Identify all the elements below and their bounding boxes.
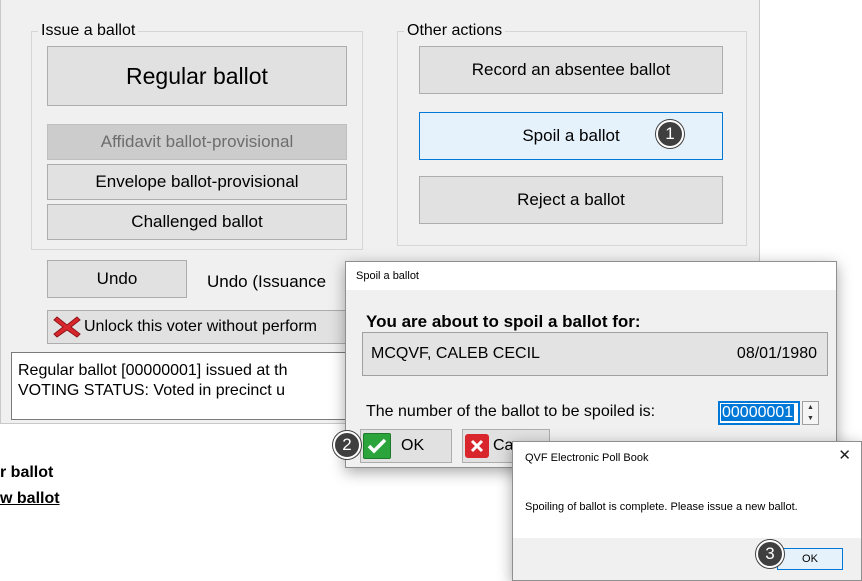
background-text-2: w ballot (0, 490, 60, 507)
issue-ballot-legend: Issue a ballot (41, 22, 136, 39)
message-ok-button[interactable]: OK (777, 548, 843, 570)
completion-message-box: QVF Electronic Poll Book ✕ Spoiling of b… (512, 441, 862, 581)
ballot-number-value: 00000001 (721, 404, 795, 421)
unlock-voter-button[interactable]: Unlock this voter without perform (47, 310, 347, 344)
spoil-cancel-label: Ca (493, 437, 514, 454)
status-line-1: Regular ballot [00000001] issued at th (18, 362, 288, 379)
other-actions-legend: Other actions (407, 22, 503, 39)
ballot-number-spinner[interactable]: ▲ ▼ (802, 401, 819, 425)
spoil-ok-button[interactable]: OK (360, 429, 452, 463)
message-box-text: Spoiling of ballot is complete. Please i… (525, 501, 798, 513)
regular-ballot-button[interactable]: Regular ballot (47, 46, 347, 106)
undo-button[interactable]: Undo (47, 260, 187, 298)
challenged-ballot-button[interactable]: Challenged ballot (47, 204, 347, 240)
record-absentee-button[interactable]: Record an absentee ballot (419, 46, 723, 94)
affidavit-ballot-button[interactable]: Affidavit ballot-provisional (47, 124, 347, 160)
spoil-heading: You are about to spoil a ballot for: (366, 312, 641, 331)
green-check-icon (363, 433, 391, 459)
voter-info-box: MCQVF, CALEB CECIL 08/01/1980 (362, 332, 828, 376)
spin-up-icon[interactable]: ▲ (807, 404, 814, 411)
message-box-footer: OK (513, 538, 861, 580)
callout-3: 3 (756, 540, 784, 568)
close-icon[interactable]: ✕ (838, 446, 851, 464)
status-line-2: VOTING STATUS: Voted in precinct u (18, 382, 286, 399)
unlock-voter-label: Unlock this voter without perform (84, 318, 317, 335)
spoil-ok-label: OK (401, 437, 425, 454)
callout-1: 1 (656, 120, 684, 148)
voter-name: MCQVF, CALEB CECIL (371, 345, 540, 362)
callout-2: 2 (333, 431, 361, 459)
ballot-number-label: The number of the ballot to be spoiled i… (366, 403, 656, 420)
red-x-icon (53, 316, 81, 338)
background-text-1: r ballot (0, 464, 54, 481)
spoil-dialog-title: Spoil a ballot (346, 262, 836, 290)
message-box-title: QVF Electronic Poll Book (525, 452, 649, 464)
spin-down-icon[interactable]: ▼ (807, 415, 814, 422)
voter-dob: 08/01/1980 (736, 345, 817, 362)
status-log: Regular ballot [00000001] issued at th V… (11, 352, 351, 420)
undo-description: Undo (Issuance (207, 272, 327, 291)
red-x-icon (465, 434, 489, 458)
envelope-ballot-button[interactable]: Envelope ballot-provisional (47, 164, 347, 200)
ballot-number-input[interactable]: 00000001 (718, 401, 800, 425)
reject-ballot-button[interactable]: Reject a ballot (419, 176, 723, 224)
